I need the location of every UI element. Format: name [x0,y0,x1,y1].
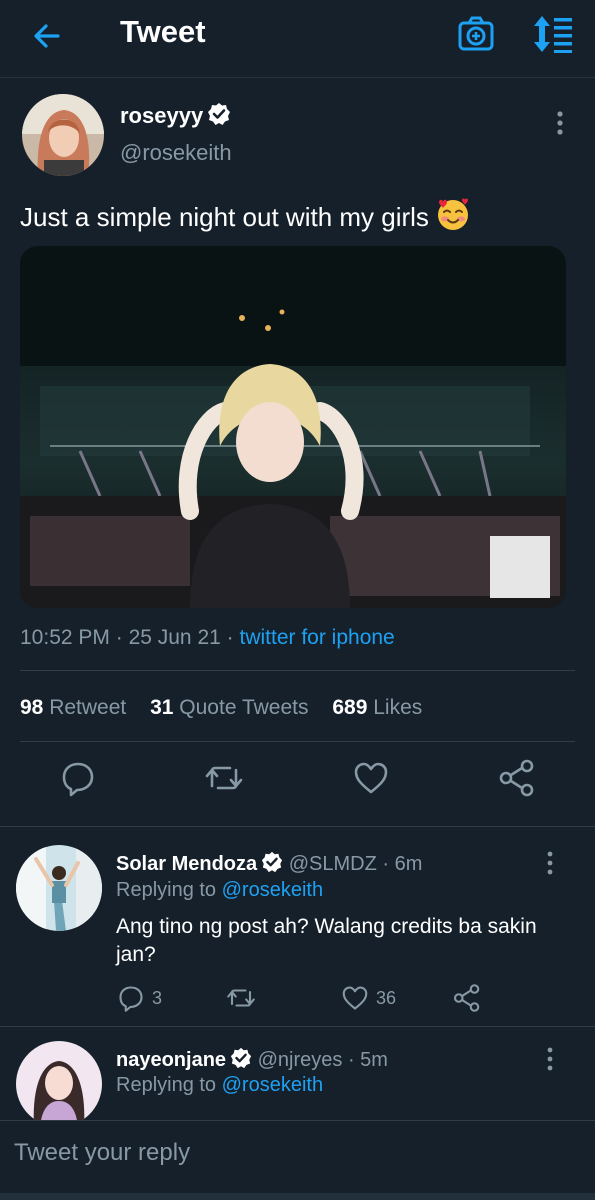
reply-like-count: 36 [376,987,397,1008]
tweet-stats: 98 Retweet 31 Quote Tweets 689 Likes [20,696,422,720]
sort-icon[interactable] [530,14,576,54]
quotes-label: Quote Tweets [179,696,309,719]
divider [0,826,595,827]
smiling-face-with-hearts-icon [435,196,471,239]
share-icon [453,984,480,1012]
author-display-name[interactable]: roseyyy [120,103,203,128]
replying-to-link[interactable]: @rosekeith [222,1074,323,1096]
reply-like-button[interactable]: 36 [340,983,396,1013]
verified-badge-icon [207,102,231,132]
verified-badge-icon [261,851,283,879]
quote-tweets-stat[interactable]: 31 Quote Tweets [150,696,308,719]
reply-actions: 3 36 [116,983,576,1015]
reply-author-name[interactable]: Solar Mendoza [116,853,257,875]
avatar[interactable] [22,94,104,176]
replying-to: Replying to @rosekeith [116,1074,323,1097]
retweets-count: 98 [20,696,44,719]
replying-label: Replying to [116,879,217,901]
reply-reply-count: 3 [152,987,163,1008]
tweet-author-name[interactable]: roseyyy [120,102,231,132]
reply-text: Ang tino ng post ah? Walang credits ba s… [116,915,537,966]
reply-author-name[interactable]: nayeonjane [116,1049,226,1071]
more-options-icon[interactable] [540,849,560,877]
retweets-label: Retweet [49,696,127,719]
likes-label: Likes [373,696,423,719]
page-title: Tweet [120,14,206,49]
reply-icon [119,986,143,1012]
more-options-icon[interactable] [540,1045,560,1073]
replying-label: Replying to [116,1074,217,1096]
reply-author-handle[interactable]: @SLMDZ [289,853,377,875]
reply-reply-button[interactable]: 3 [116,983,162,1013]
like-heart-icon [342,986,368,1010]
avatar[interactable] [16,845,102,931]
divider [20,741,575,742]
retweet-icon[interactable] [204,758,244,798]
reply-time: 5m [360,1049,388,1071]
tweet-text-content: Just a simple night out with my girls [20,202,429,232]
reply-time: 6m [394,853,423,875]
back-arrow-icon[interactable] [28,16,68,56]
top-app-bar: Tweet [0,0,595,78]
reply-compose-bar[interactable]: Tweet your reply [0,1120,595,1200]
tweet-source-link[interactable]: twitter for iphone [239,626,394,649]
tweet-photo[interactable] [20,246,566,608]
quotes-count: 31 [150,696,174,719]
tweet-actions [0,758,595,806]
retweets-stat[interactable]: 98 Retweet [20,696,126,719]
share-icon[interactable] [497,758,537,798]
replying-to-link[interactable]: @rosekeith [222,879,323,901]
likes-count: 689 [332,696,368,719]
reply-retweet-button[interactable] [226,983,262,1013]
likes-stat[interactable]: 689 Likes [332,696,422,719]
camera-plus-icon[interactable] [456,14,496,54]
reply-icon[interactable] [58,758,98,798]
reply-author-handle[interactable]: @njreyes [258,1049,343,1071]
like-heart-icon[interactable] [351,758,391,798]
compose-toolbar-strip [0,1193,595,1200]
verified-badge-icon [230,1047,252,1075]
tweet-text: Just a simple night out with my girls [20,196,471,239]
divider [20,670,575,671]
replying-to: Replying to @rosekeith [116,879,323,902]
reply-share-button[interactable] [452,983,482,1013]
reply-input[interactable]: Tweet your reply [14,1139,190,1167]
reply-header: nayeonjane @njreyes · 5m [116,1047,388,1075]
author-handle[interactable]: @rosekeith [120,140,232,166]
reply-header: Solar Mendoza @SLMDZ · 6m [116,851,422,879]
divider [0,1026,595,1027]
more-options-icon[interactable] [548,108,572,138]
tweet-time: 10:52 PM [20,626,110,649]
retweet-icon [227,989,255,1007]
tweet-date: 25 Jun 21 [128,626,221,649]
tweet-meta: 10:52 PM · 25 Jun 21 · twitter for iphon… [20,626,395,649]
avatar[interactable] [16,1041,102,1127]
